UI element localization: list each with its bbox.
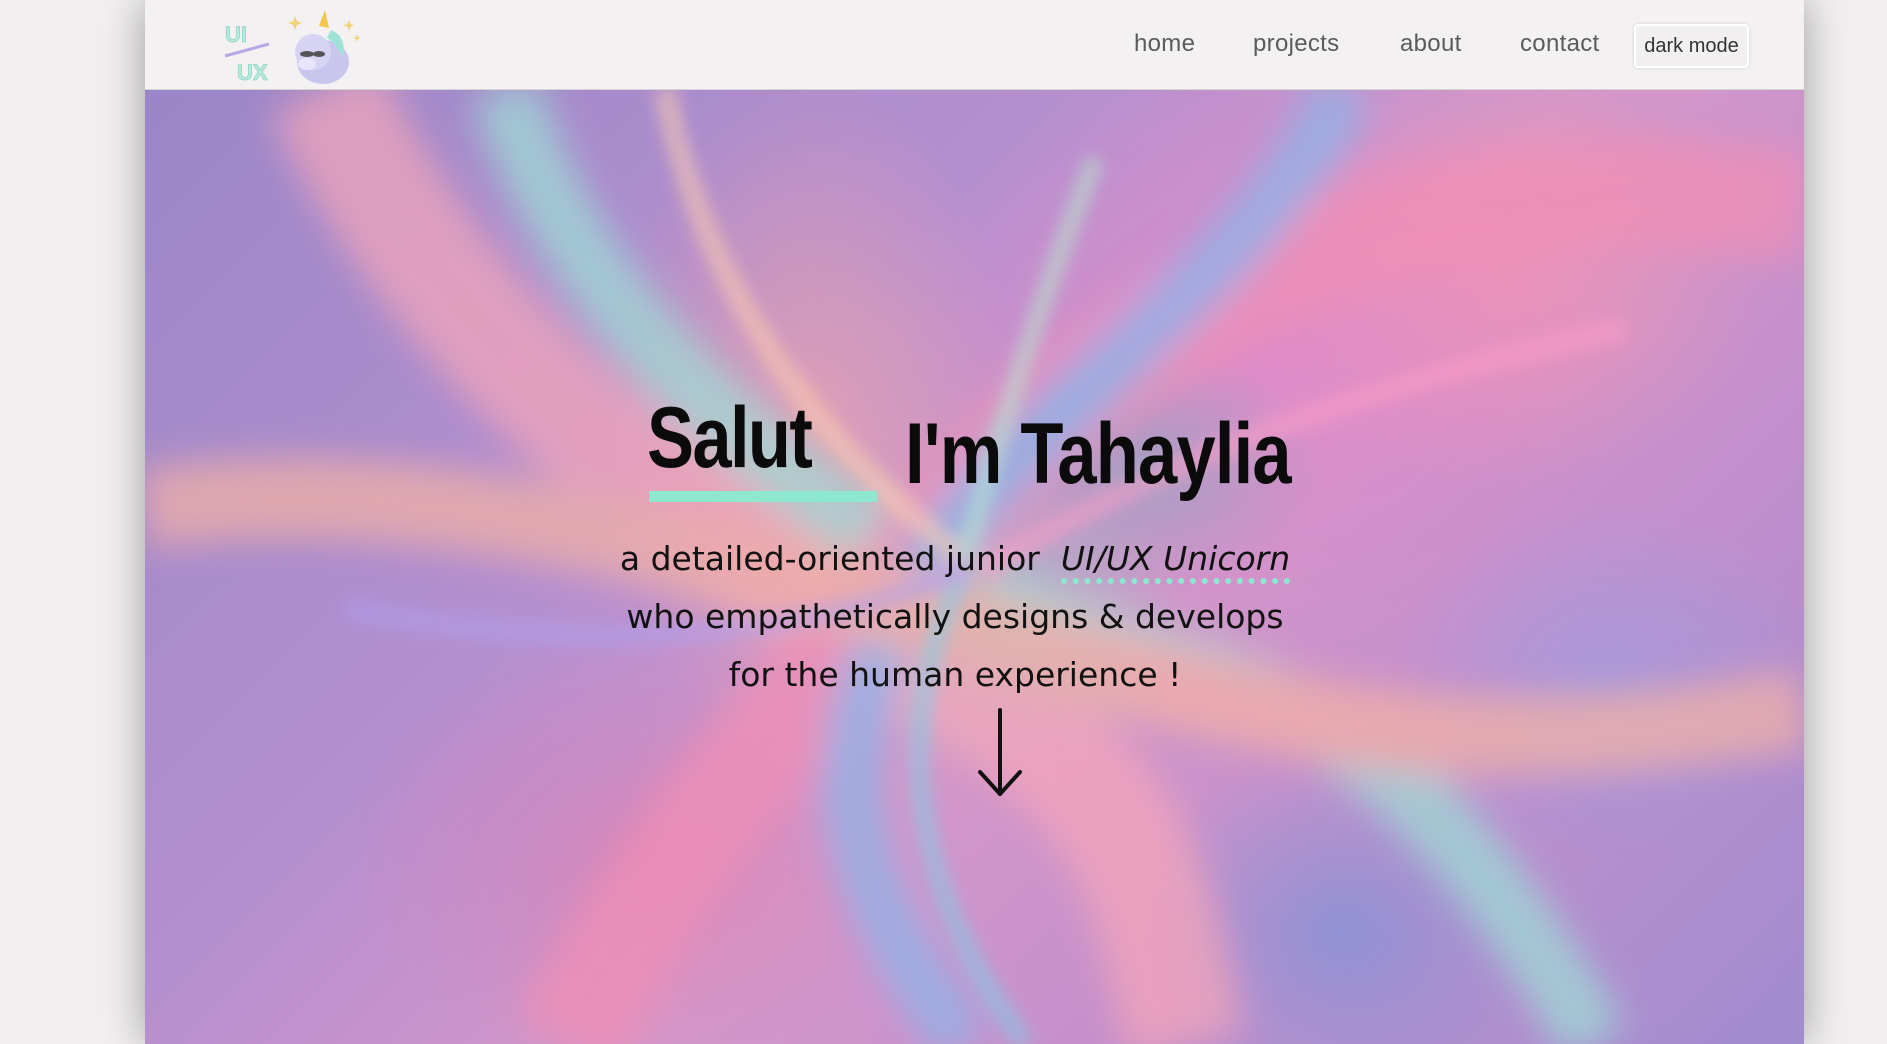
tagline-line-2: who empathetically designs & develops [626, 597, 1284, 636]
svg-text:UX: UX [237, 60, 268, 85]
nav-link-projects[interactable]: projects [1253, 30, 1339, 58]
tagline-role: UI/UX Unicorn [1060, 539, 1291, 584]
top-navbar: UI UX home projects about contact dark m… [145, 0, 1804, 90]
greeting-underline [649, 491, 877, 502]
down-arrow-icon[interactable] [977, 708, 1023, 800]
tagline-prefix: a detailed-oriented junior [619, 539, 1040, 578]
nav-link-contact[interactable]: contact [1520, 30, 1599, 58]
svg-text:UI: UI [225, 22, 247, 47]
greeting-heading: Salut [647, 390, 813, 486]
tagline-line-1: a detailed-oriented junior UI/UX Unicorn [505, 530, 1405, 588]
unicorn-logo-icon[interactable]: UI UX [223, 8, 363, 88]
portfolio-page: UI UX home projects about contact dark m… [145, 0, 1804, 1044]
dark-mode-button[interactable]: dark mode [1634, 24, 1749, 68]
tagline-line-3: for the human experience ! [728, 655, 1182, 694]
nav-link-about[interactable]: about [1400, 30, 1462, 58]
name-heading: I'm Tahaylia [905, 406, 1292, 502]
nav-link-home[interactable]: home [1134, 30, 1195, 58]
hero-tagline: a detailed-oriented junior UI/UX Unicorn… [505, 530, 1405, 704]
